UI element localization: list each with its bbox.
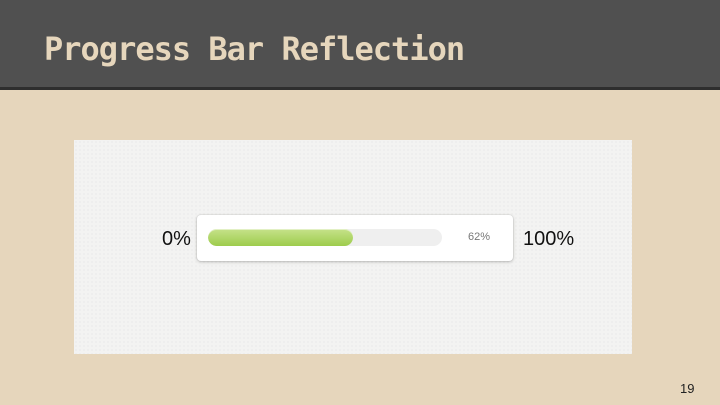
slide-title: Progress Bar Reflection	[44, 30, 465, 68]
slide-header: Progress Bar Reflection	[0, 0, 720, 90]
progress-card: 62%	[197, 215, 513, 261]
max-label: 100%	[523, 228, 575, 250]
min-label: 0%	[162, 228, 191, 250]
progress-track	[208, 229, 442, 246]
progress-fill	[208, 229, 354, 246]
progress-percent-label: 62%	[468, 231, 491, 243]
page-number: 19	[680, 381, 695, 396]
